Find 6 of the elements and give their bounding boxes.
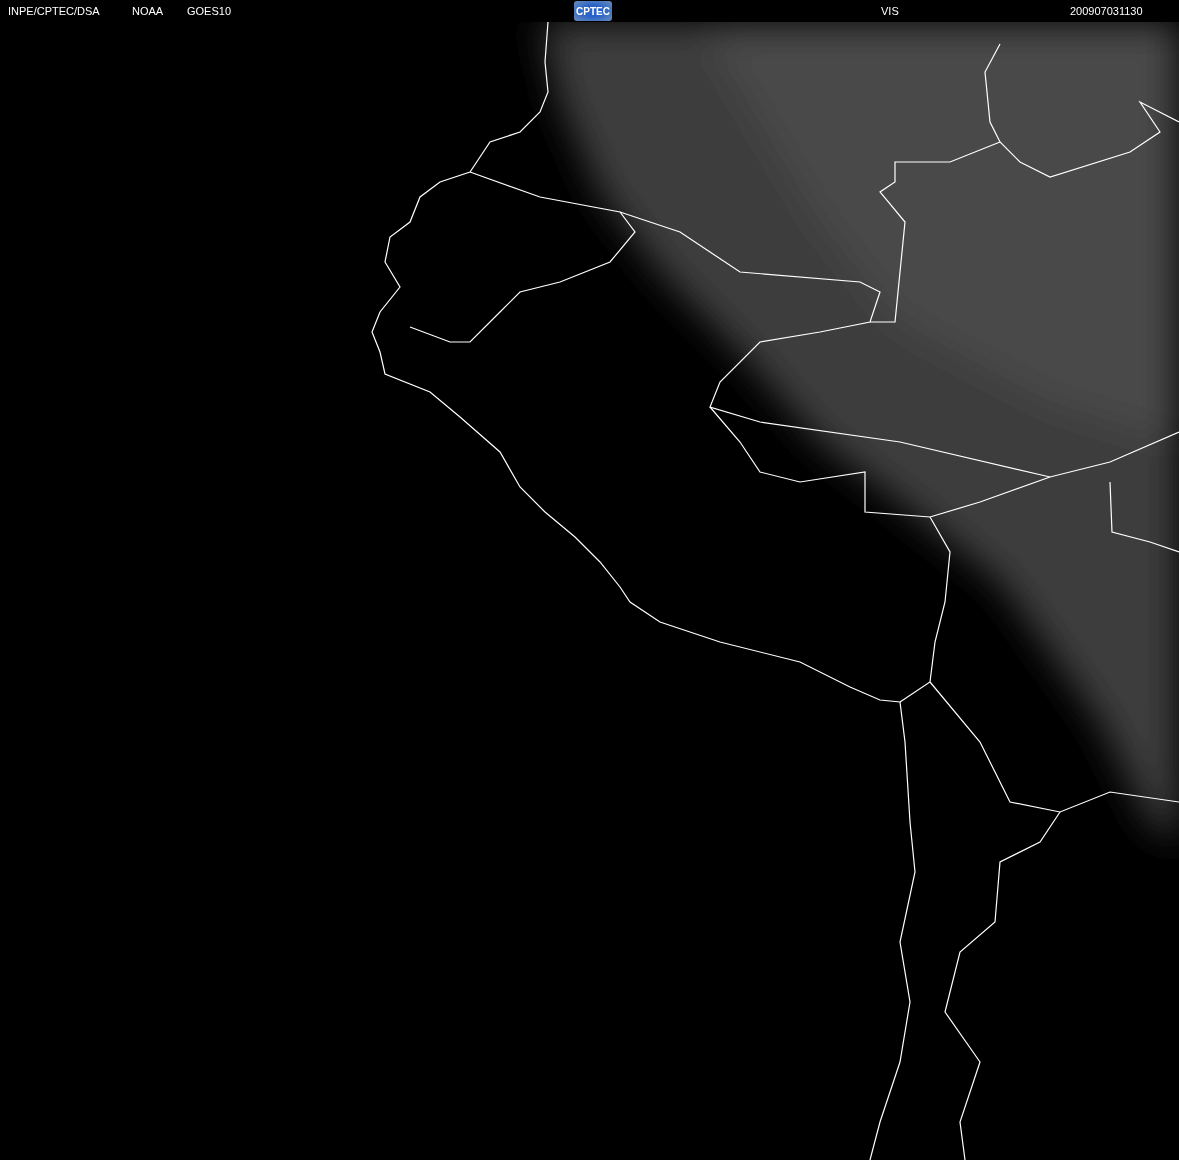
channel-label: VIS: [881, 5, 900, 17]
logo: CPTEC: [574, 1, 612, 21]
timestamp-label: 200907031130: [1070, 5, 1143, 17]
source-label: INPE/CPTEC/DSA: [8, 5, 101, 17]
satellite-label: GOES10: [187, 5, 233, 17]
agency-label: NOAA: [132, 5, 165, 17]
